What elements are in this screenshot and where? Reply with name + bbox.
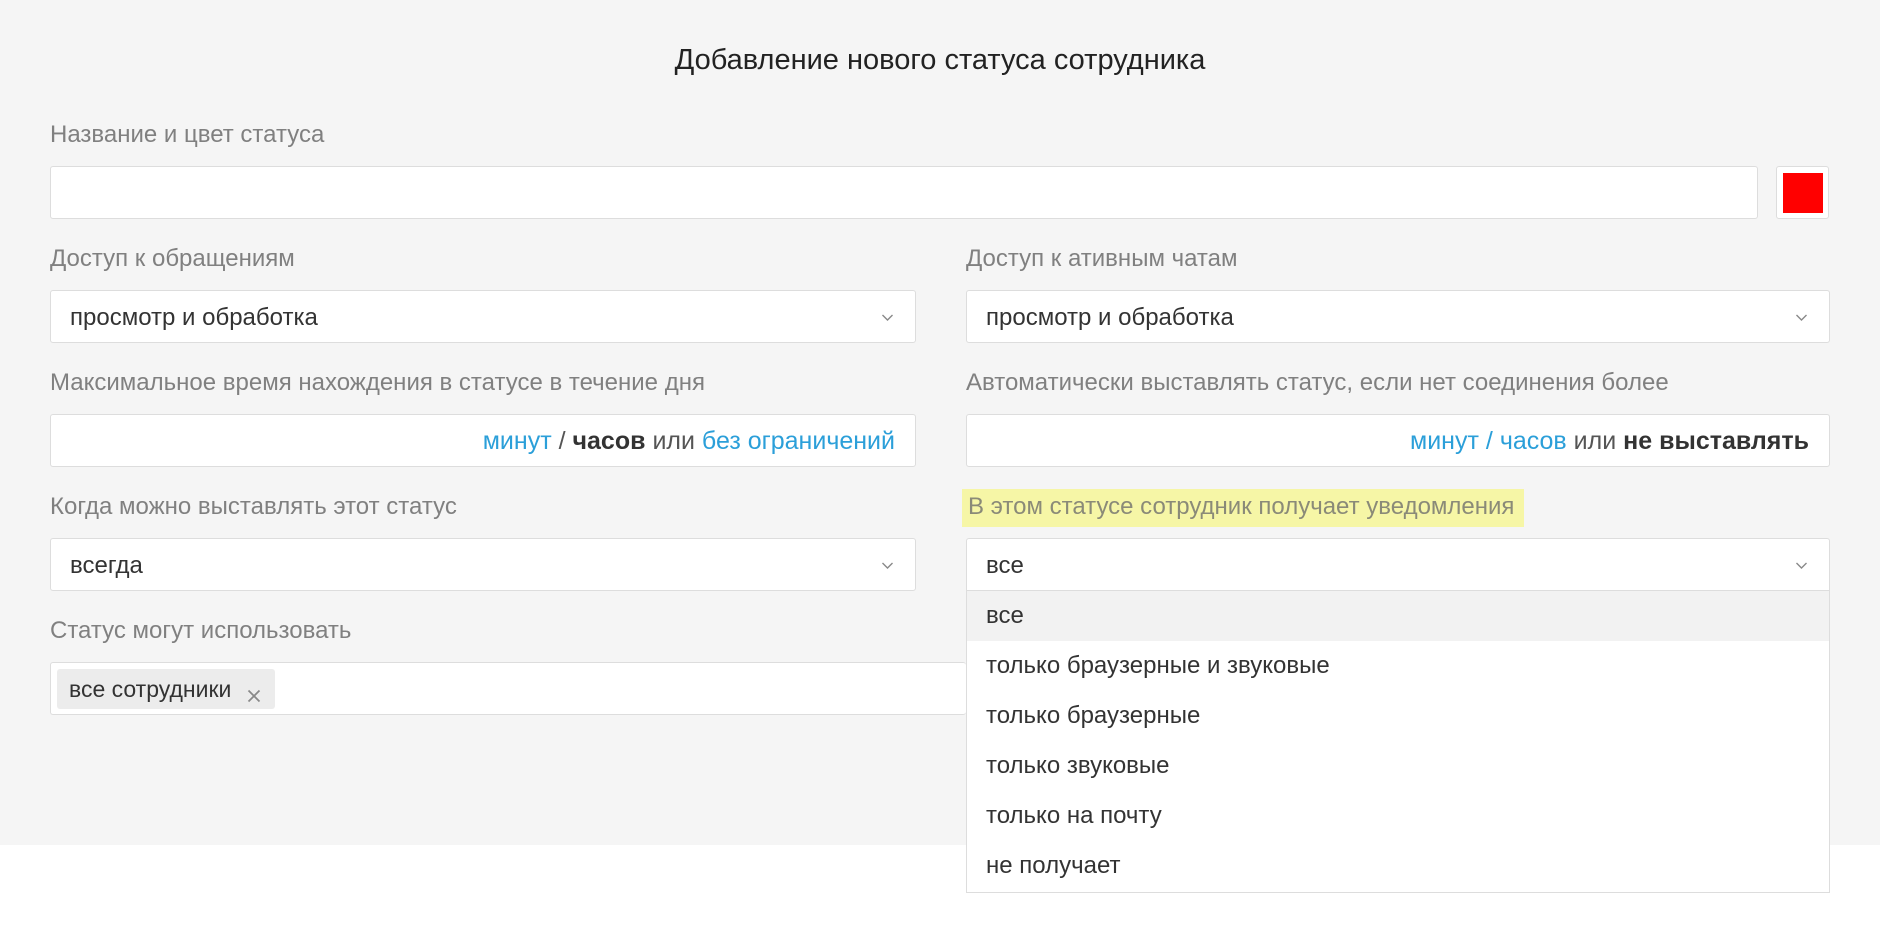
status-name-input[interactable] <box>50 166 1758 219</box>
dropdown-option[interactable]: все <box>967 591 1829 641</box>
auto-status-hours-link[interactable]: часов <box>1500 427 1567 455</box>
requests-access-value: просмотр и обработка <box>70 304 318 331</box>
users-multiselect[interactable]: все сотрудники <box>50 662 966 715</box>
chats-access-value: просмотр и обработка <box>986 304 1234 331</box>
users-tag: все сотрудники <box>57 669 276 709</box>
dropdown-option[interactable]: только браузерные и звуковые <box>967 641 1829 691</box>
users-label: Статус могут использовать <box>50 617 352 644</box>
dropdown-option[interactable]: только на почту <box>967 791 1829 841</box>
chevron-down-icon <box>882 312 893 323</box>
dropdown-option[interactable]: только звуковые <box>967 741 1829 791</box>
units-separator: / <box>558 427 566 455</box>
chats-access-label: Доступ к ативным чатам <box>966 245 1238 272</box>
notifications-dropdown: все только браузерные и звуковые только … <box>966 591 1830 893</box>
when-select[interactable]: всегда <box>50 538 916 591</box>
units-separator: / <box>1485 427 1493 455</box>
auto-status-label: Автоматически выставлять статус, если не… <box>966 369 1669 396</box>
auto-status-units: минут / часов или не выставлять <box>1410 427 1809 456</box>
users-tag-label: все сотрудники <box>69 675 232 702</box>
when-value: всегда <box>70 552 143 579</box>
close-icon[interactable] <box>247 682 261 703</box>
auto-status-never-option[interactable]: не выставлять <box>1623 427 1809 455</box>
status-color-swatch <box>1783 173 1823 213</box>
notifications-label: В этом статусе сотрудник получает уведом… <box>962 489 1525 527</box>
auto-status-minutes-link[interactable]: минут <box>1410 427 1479 455</box>
chats-access-select[interactable]: просмотр и обработка <box>966 290 1830 343</box>
requests-access-select[interactable]: просмотр и обработка <box>50 290 916 343</box>
units-or-text: или <box>652 427 695 455</box>
status-color-picker[interactable] <box>1776 166 1829 219</box>
chevron-down-icon <box>1796 312 1807 323</box>
max-time-units: минут / часов или без ограничений <box>483 427 895 456</box>
max-time-label: Максимальное время нахождения в статусе … <box>50 369 705 396</box>
max-time-minutes-link[interactable]: минут <box>483 427 552 455</box>
status-name-label: Название и цвет статуса <box>50 121 325 148</box>
max-time-input[interactable]: минут / часов или без ограничений <box>50 414 916 467</box>
max-time-hours-option[interactable]: часов <box>573 427 646 455</box>
units-or-text: или <box>1573 427 1617 455</box>
chevron-down-icon <box>882 560 893 571</box>
max-time-unlimited-link[interactable]: без ограничений <box>702 427 895 455</box>
auto-status-input[interactable]: минут / часов или не выставлять <box>966 414 1830 467</box>
requests-access-label: Доступ к обращениям <box>50 245 295 272</box>
when-label: Когда можно выставлять этот статус <box>50 493 457 520</box>
notifications-select[interactable]: все <box>966 538 1830 591</box>
notifications-value: все <box>986 552 1024 579</box>
dropdown-option[interactable]: только браузерные <box>967 691 1829 741</box>
chevron-down-icon <box>1796 560 1807 571</box>
dropdown-option[interactable]: не получает <box>967 841 1829 891</box>
page-title: Добавление нового статуса сотрудника <box>674 44 1206 76</box>
